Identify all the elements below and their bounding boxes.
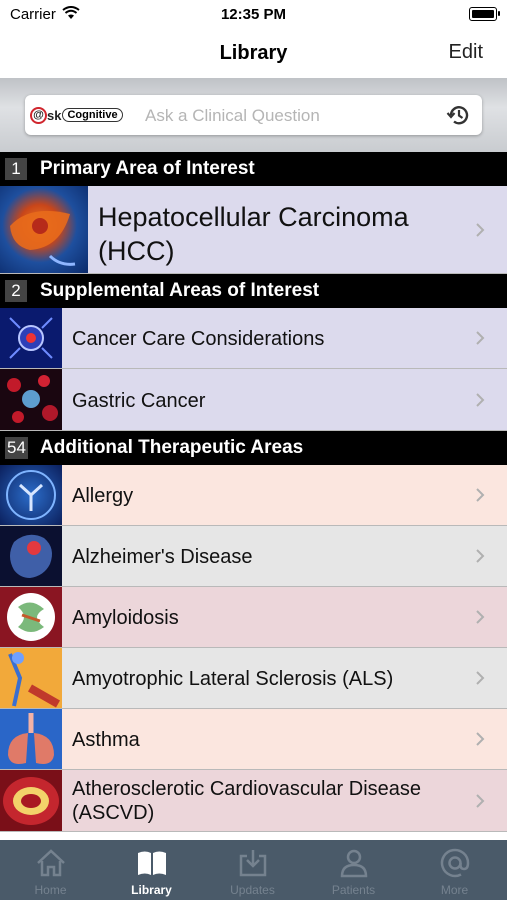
section-count: 54 xyxy=(5,437,28,459)
list-item-cancer-care[interactable]: Cancer Care Considerations xyxy=(0,308,507,369)
search-placeholder: Ask a Clinical Question xyxy=(145,106,320,125)
clock: 12:35 PM xyxy=(220,6,287,23)
tab-more[interactable]: More xyxy=(404,840,505,900)
tab-label: Home xyxy=(34,883,67,897)
tab-label: More xyxy=(440,883,469,897)
tab-label: Patients xyxy=(331,883,376,897)
section-count: 2 xyxy=(5,280,27,302)
section-header-additional: 54 Additional Therapeutic Areas xyxy=(0,431,507,465)
row-label: Cancer Care Considerations xyxy=(72,328,325,350)
section-title: Additional Therapeutic Areas xyxy=(40,437,304,458)
chevron-right-icon xyxy=(476,549,485,563)
section-header-supplemental: 2 Supplemental Areas of Interest xyxy=(0,274,507,308)
list-item-allergy[interactable]: Allergy xyxy=(0,465,507,526)
tab-updates[interactable]: Updates xyxy=(202,840,303,900)
navigation-bar: Library Edit xyxy=(0,28,507,78)
als-thumbnail xyxy=(0,648,62,708)
list-item-als[interactable]: Amyotrophic Lateral Sclerosis (ALS) xyxy=(0,648,507,709)
tab-bar: Home Library Updates Patients More xyxy=(0,840,507,900)
chevron-right-icon xyxy=(476,488,485,502)
section-title: Primary Area of Interest xyxy=(40,158,255,179)
chevron-right-icon xyxy=(476,223,485,237)
chevron-right-icon xyxy=(476,331,485,345)
asthma-thumbnail xyxy=(0,709,62,769)
battery-icon xyxy=(469,7,500,21)
at-icon xyxy=(440,848,470,878)
home-icon xyxy=(37,849,65,877)
list-item-gastric-cancer[interactable]: Gastric Cancer xyxy=(0,369,507,431)
row-label: Amyotrophic Lateral Sclerosis (ALS) xyxy=(72,668,394,690)
row-label: Atherosclerotic Cardiovascular Disease (… xyxy=(72,778,422,824)
search-input[interactable]: @ sk Cognitive Ask a Clinical Question xyxy=(25,95,482,135)
chevron-right-icon xyxy=(476,671,485,685)
tab-library[interactable]: Library xyxy=(101,840,202,900)
cancer-care-thumbnail xyxy=(0,308,62,368)
download-icon xyxy=(239,850,267,877)
list-item-alzheimers[interactable]: Alzheimer's Disease xyxy=(0,526,507,587)
allergy-thumbnail xyxy=(0,465,62,525)
status-bar: Carrier 12:35 PM xyxy=(0,0,507,28)
row-label: Gastric Cancer xyxy=(72,390,206,412)
person-icon xyxy=(340,849,368,878)
tab-home[interactable]: Home xyxy=(0,840,101,900)
list-item-amyloidosis[interactable]: Amyloidosis xyxy=(0,587,507,648)
page-title: Library xyxy=(219,42,288,64)
list-item-asthma[interactable]: Asthma xyxy=(0,709,507,770)
row-label: Allergy xyxy=(72,485,134,507)
amyloidosis-thumbnail xyxy=(0,587,62,647)
chevron-right-icon xyxy=(476,393,485,407)
gastric-cancer-thumbnail xyxy=(0,369,62,430)
section-header-primary: 1 Primary Area of Interest xyxy=(0,152,507,186)
section-title: Supplemental Areas of Interest xyxy=(40,280,320,301)
chevron-right-icon xyxy=(476,732,485,746)
list-item-ascvd[interactable]: Atherosclerotic Cardiovascular Disease (… xyxy=(0,770,507,832)
hcc-thumbnail xyxy=(0,186,88,273)
row-label: Alzheimer's Disease xyxy=(72,546,253,568)
row-label: Hepatocellular Carcinoma (HCC) xyxy=(98,202,409,266)
primary-item-hcc[interactable]: Hepatocellular Carcinoma (HCC) xyxy=(0,186,507,274)
chevron-right-icon xyxy=(476,794,485,808)
edit-button[interactable]: Edit xyxy=(449,41,483,64)
chevron-right-icon xyxy=(476,610,485,624)
ascvd-thumbnail xyxy=(0,770,62,831)
ask-cognitive-logo: @ sk Cognitive xyxy=(30,105,123,125)
row-label: Asthma xyxy=(72,729,140,751)
tab-patients[interactable]: Patients xyxy=(303,840,404,900)
tab-label: Library xyxy=(131,883,172,897)
search-bar-container: @ sk Cognitive Ask a Clinical Question xyxy=(0,78,507,152)
history-icon[interactable] xyxy=(446,102,472,128)
row-label: Amyloidosis xyxy=(72,607,179,629)
section-count: 1 xyxy=(5,158,27,180)
book-icon xyxy=(138,851,166,875)
alzheimers-thumbnail xyxy=(0,526,62,586)
tab-label: Updates xyxy=(230,883,275,897)
